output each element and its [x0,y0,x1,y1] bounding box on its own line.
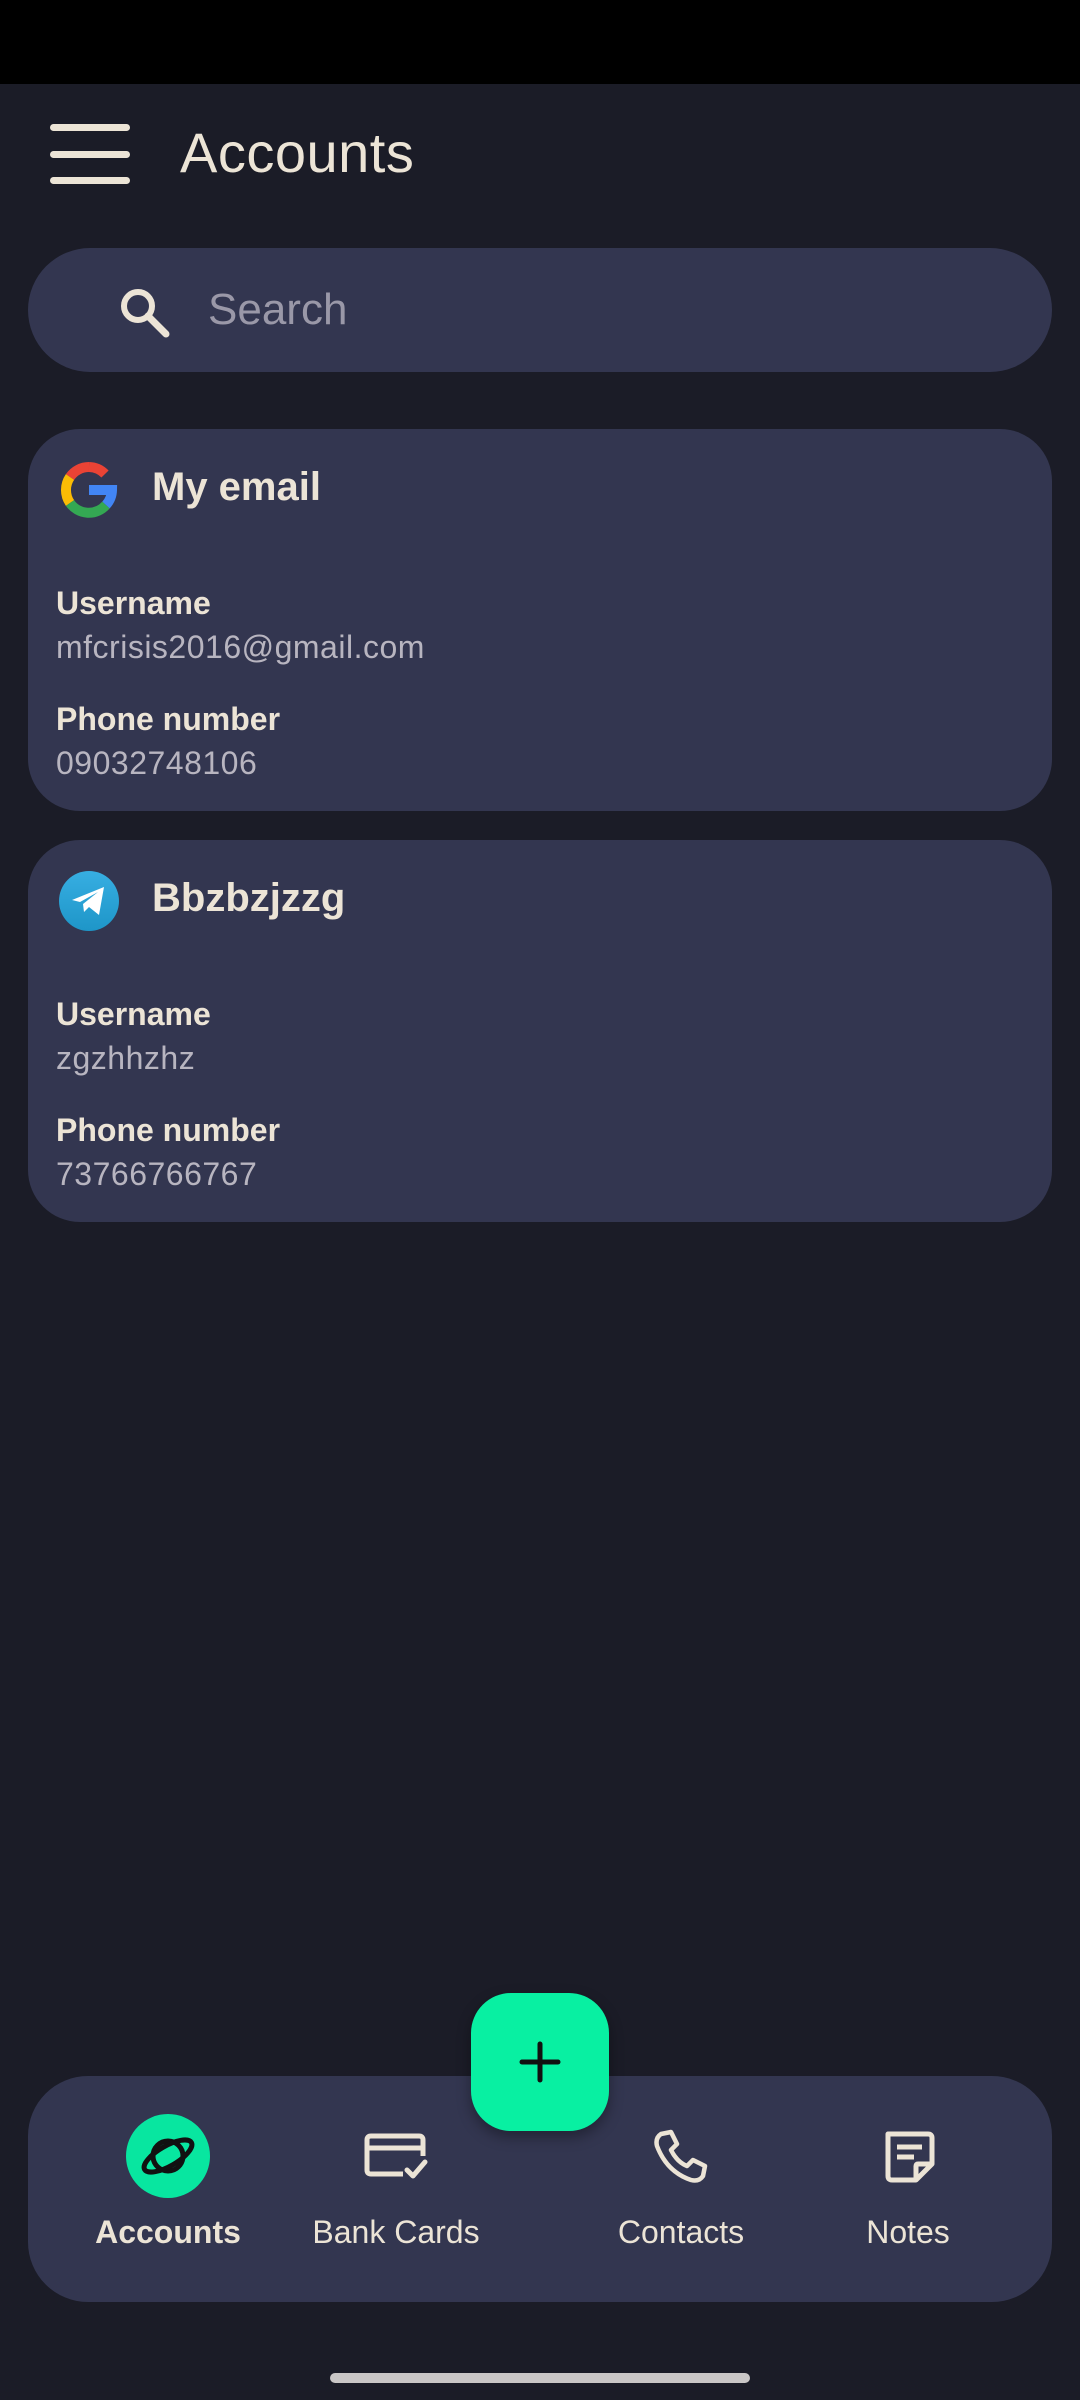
nav-label: Bank Cards [312,2214,480,2250]
phone-value: 09032748106 [56,745,258,781]
note-icon [885,2131,935,2183]
search-icon [121,289,170,338]
page-title: Accounts [180,121,415,184]
account-card[interactable]: My email Username mfcrisis2016@gmail.com… [28,429,1052,811]
search-input[interactable] [208,248,1008,372]
username-value: mfcrisis2016@gmail.com [56,629,425,665]
username-value: zgzhhzhz [56,1040,196,1076]
nav-label: Accounts [95,2214,241,2250]
planet-icon [141,2137,195,2175]
home-indicator[interactable] [330,2373,750,2383]
phone-label: Phone number [56,1112,281,1148]
phone-icon [654,2129,708,2183]
nav-item-bank-cards[interactable]: Bank Cards [296,2076,496,2302]
phone-value: 73766766767 [56,1156,258,1192]
telegram-logo-icon [59,871,119,931]
plus-icon [519,2041,561,2083]
search-bar[interactable] [28,248,1052,372]
phone-label: Phone number [56,701,281,737]
account-name: Bbzbzjzzg [152,876,346,920]
nav-item-accounts[interactable]: Accounts [68,2076,268,2302]
add-account-button[interactable] [471,1993,609,2131]
account-card[interactable]: Bbzbzjzzg Username zgzhhzhz Phone number… [28,840,1052,1222]
app-bar: Accounts [0,84,1080,224]
menu-icon[interactable] [50,124,130,184]
credit-card-check-icon [364,2133,428,2179]
account-name: My email [152,465,321,509]
nav-item-contacts[interactable]: Contacts [581,2076,781,2302]
username-label: Username [56,585,211,621]
username-label: Username [56,996,211,1032]
nav-label: Contacts [617,2214,745,2250]
nav-item-notes[interactable]: Notes [808,2076,1008,2302]
status-bar [0,0,1080,84]
nav-label: Notes [866,2214,950,2250]
google-logo-icon [61,461,118,518]
